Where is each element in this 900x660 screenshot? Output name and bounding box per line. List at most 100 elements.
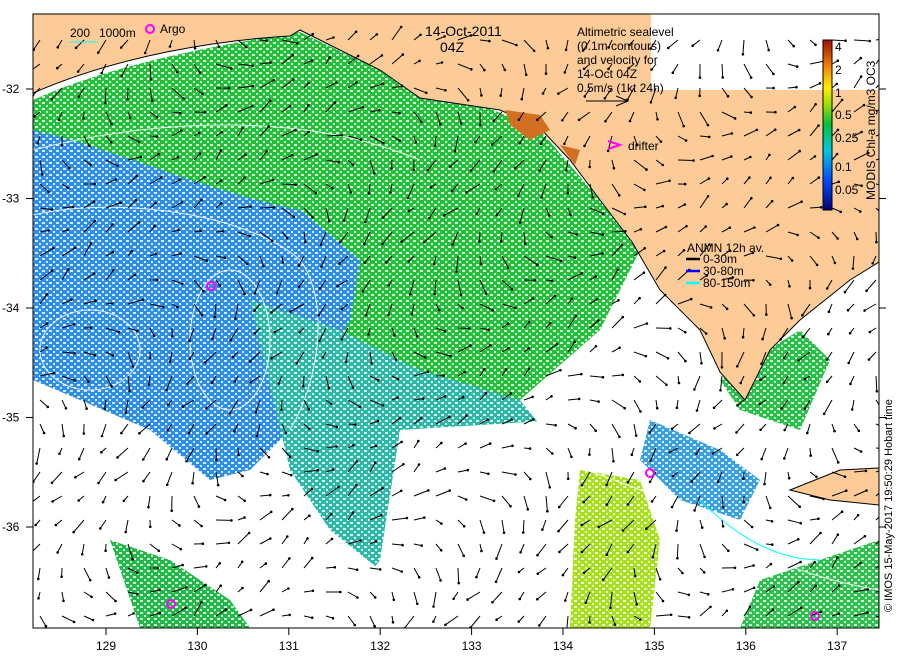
velocity-arrow-head <box>495 618 498 621</box>
velocity-arrow-head <box>30 551 33 554</box>
velocity-arrow-head <box>351 163 355 166</box>
velocity-arrow-head <box>254 411 258 414</box>
velocity-arrow-head <box>361 105 365 109</box>
velocity-arrow-head <box>92 200 96 203</box>
velocity-arrow-head <box>155 115 159 119</box>
velocity-arrow-head <box>387 313 390 317</box>
velocity-arrow-head <box>440 61 444 64</box>
velocity-arrow-head <box>602 578 605 581</box>
velocity-arrow-head <box>670 505 674 509</box>
velocity-arrow-head <box>448 489 452 492</box>
velocity-arrow-head <box>376 419 380 423</box>
velocity-arrow-head <box>231 355 235 359</box>
velocity-arrow-head <box>582 571 586 574</box>
velocity-arrow-head <box>373 461 377 465</box>
velocity-arrow-head <box>443 329 447 333</box>
velocity-arrow-head <box>320 265 323 268</box>
velocity-arrow-head <box>511 444 514 448</box>
velocity-arrow-head <box>557 505 561 509</box>
velocity-arrow-head <box>616 268 619 272</box>
colorbar-label: MODIS Chl-a mg/m3 OC3 <box>864 60 878 200</box>
velocity-arrow-head <box>227 86 231 90</box>
velocity-arrow-head <box>825 287 829 290</box>
velocity-arrow-head <box>557 529 560 533</box>
velocity-arrow-head <box>739 381 742 385</box>
velocity-arrow-head <box>364 220 367 224</box>
velocity-arrow-head <box>73 379 77 382</box>
velocity-arrow-head <box>219 584 222 587</box>
velocity-arrow-head <box>795 85 798 89</box>
velocity-arrow-head <box>728 226 732 229</box>
velocity-arrow-head <box>155 135 159 138</box>
velocity-arrow-head <box>165 483 169 487</box>
velocity-arrow-head <box>605 503 609 506</box>
velocity-arrow-head <box>666 356 670 360</box>
velocity-arrow-head <box>772 72 775 76</box>
velocity-arrow-head <box>355 81 358 84</box>
velocity-arrow-head <box>527 367 531 371</box>
velocity-arrow-head <box>76 70 80 73</box>
velocity-arrow-head <box>82 117 85 120</box>
velocity-arrow-head <box>155 278 159 282</box>
velocity-arrow-head <box>863 534 867 538</box>
velocity-arrow-head <box>483 68 486 72</box>
velocity-arrow-head <box>218 562 222 565</box>
velocity-arrow-head <box>62 434 65 438</box>
velocity-arrow-head <box>753 226 756 229</box>
velocity-arrow-head <box>426 370 430 374</box>
velocity-arrow-head <box>380 514 383 517</box>
velocity-arrow-head <box>859 210 862 213</box>
velocity-arrow-head <box>400 570 404 573</box>
velocity-arrow-head <box>400 440 403 444</box>
velocity-arrow-head <box>544 72 548 75</box>
velocity-arrow-head <box>269 510 273 514</box>
velocity-arrow-head <box>57 118 61 121</box>
velocity-arrow-head <box>638 296 641 300</box>
velocity-arrow-head <box>815 475 818 479</box>
velocity-arrow-head <box>168 360 172 363</box>
velocity-arrow-head <box>110 122 113 126</box>
velocity-arrow-head <box>268 493 272 497</box>
velocity-arrow-head <box>692 159 695 162</box>
velocity-arrow-head <box>601 252 604 255</box>
velocity-arrow-head <box>153 224 156 228</box>
velocity-arrow-head <box>355 483 358 487</box>
velocity-arrow-head <box>444 89 447 92</box>
velocity-arrow-head <box>655 406 659 410</box>
velocity-arrow-head <box>269 61 272 64</box>
svg-text:80-150m: 80-150m <box>703 276 750 290</box>
velocity-arrow-head <box>779 257 783 261</box>
velocity-arrow-head <box>626 503 630 506</box>
velocity-arrow-head <box>565 630 568 633</box>
velocity-arrow-head <box>488 442 492 445</box>
velocity-arrow-head <box>179 547 183 551</box>
velocity-arrow-head <box>580 550 584 554</box>
velocity-arrow-head <box>457 581 461 585</box>
velocity-arrow-head <box>790 259 794 262</box>
y-tick-label: -35 <box>2 411 20 425</box>
velocity-arrow-head <box>749 76 753 79</box>
velocity-arrow-head <box>466 99 470 102</box>
velocity-arrow-head <box>443 394 447 398</box>
velocity-arrow-head <box>564 48 568 52</box>
velocity-arrow-head <box>175 70 179 74</box>
velocity-arrow-head <box>793 105 797 109</box>
svg-text:0.5: 0.5 <box>835 108 852 122</box>
y-tick-label: -34 <box>2 301 20 315</box>
velocity-arrow-head <box>859 450 863 453</box>
velocity-arrow-head <box>50 269 54 272</box>
x-tick-label: 129 <box>96 639 116 653</box>
velocity-arrow-head <box>827 310 831 314</box>
velocity-arrow-head <box>280 408 283 411</box>
velocity-arrow-head <box>156 566 159 570</box>
velocity-arrow-head <box>291 53 295 57</box>
velocity-arrow-head <box>843 290 847 294</box>
velocity-arrow-head <box>152 334 156 338</box>
velocity-arrow-head <box>135 174 138 178</box>
velocity-arrow-head <box>181 563 184 567</box>
velocity-arrow-head <box>833 429 836 433</box>
velocity-arrow-head <box>186 382 189 385</box>
velocity-arrow-head <box>414 141 418 144</box>
velocity-arrow-head <box>665 383 668 387</box>
velocity-arrow-head <box>518 597 521 601</box>
